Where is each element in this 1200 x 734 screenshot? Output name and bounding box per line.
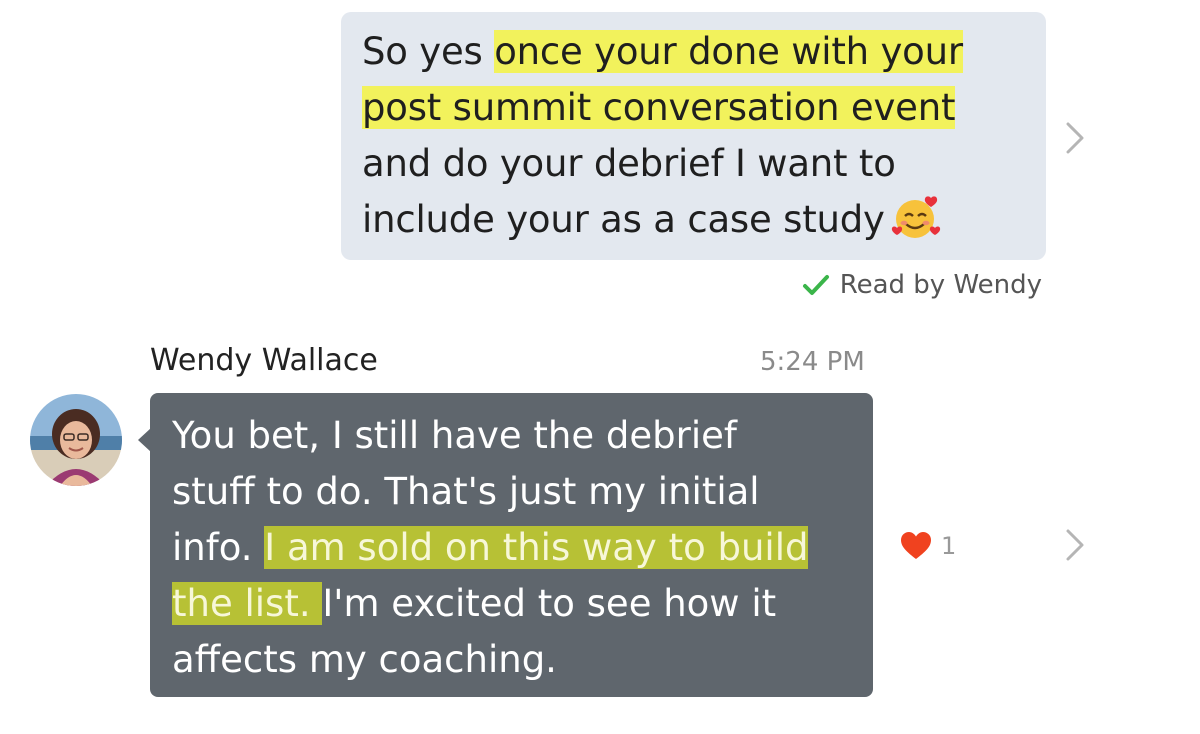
avatar[interactable] xyxy=(30,394,122,486)
chevron-right-icon[interactable] xyxy=(1060,118,1090,158)
outgoing-highlight-2: post summit conversation event xyxy=(362,86,956,129)
incoming-line-4-plain: I'm excited to see how it xyxy=(322,582,777,625)
chat-thread: So yes once your done with your post sum… xyxy=(0,0,1200,734)
outgoing-highlight-1: once your done with your xyxy=(494,30,963,73)
incoming-highlight-1: I am sold on this way to build xyxy=(264,526,809,569)
avatar-photo xyxy=(30,394,122,486)
outgoing-message-text: So yes once your done with your post sum… xyxy=(362,24,1032,248)
outgoing-text-plain: So yes xyxy=(362,30,495,73)
incoming-message-text: You bet, I still have the debrief stuff … xyxy=(172,408,862,688)
read-receipt: Read by Wendy xyxy=(802,270,1042,300)
reaction-count: 1 xyxy=(941,532,957,560)
incoming-line-3-plain: info. xyxy=(172,526,265,569)
outgoing-text-line3: and do your debrief I want to xyxy=(362,142,896,185)
incoming-highlight-2: the list. xyxy=(172,582,323,625)
read-receipt-text: Read by Wendy xyxy=(839,270,1042,300)
message-timestamp: 5:24 PM xyxy=(760,347,865,377)
incoming-line-5: affects my coaching. xyxy=(172,638,557,681)
incoming-line-1: You bet, I still have the debrief xyxy=(172,414,737,457)
smiling-face-with-hearts-icon xyxy=(891,196,940,238)
heart-icon xyxy=(901,532,931,559)
sender-name: Wendy Wallace xyxy=(150,343,378,378)
reaction[interactable]: 1 xyxy=(899,530,956,562)
checkmark-icon xyxy=(802,275,829,295)
incoming-line-2: stuff to do. That's just my initial xyxy=(172,470,760,513)
chevron-right-icon[interactable] xyxy=(1060,525,1090,565)
outgoing-text-line4: include your as a case study xyxy=(362,198,885,241)
